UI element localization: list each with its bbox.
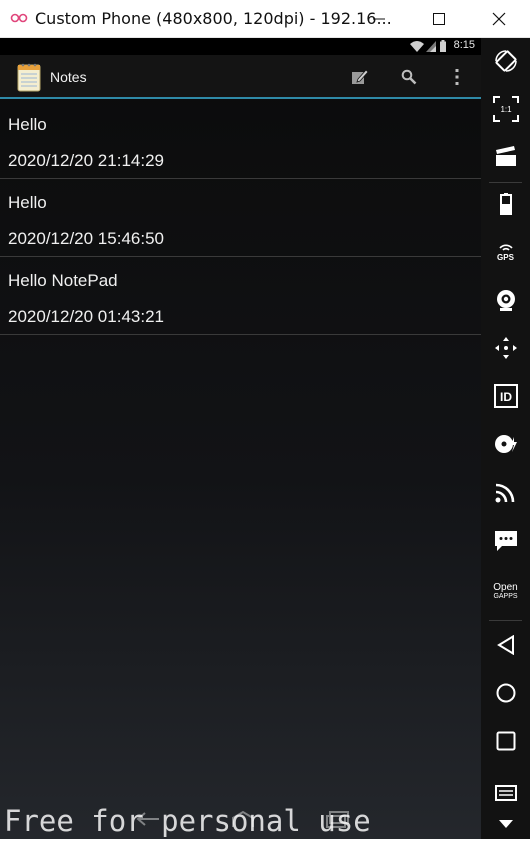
window-title: Custom Phone (480x800, 120dpi) - 192.16.… <box>35 9 392 28</box>
more-vert-icon <box>455 69 459 85</box>
network-icon <box>495 483 514 503</box>
toolbar-separator <box>489 182 522 183</box>
window-titlebar: Custom Phone (480x800, 120dpi) - 192.16.… <box>0 0 530 38</box>
sms-button[interactable] <box>481 521 530 561</box>
camera-button[interactable] <box>481 280 530 320</box>
genymotion-logo-icon <box>10 13 28 23</box>
rotate-button[interactable] <box>481 41 530 81</box>
recent-apps-icon <box>496 731 515 751</box>
pixel-perfect-icon: 1:1 <box>492 96 519 122</box>
note-title: Hello NotePad <box>8 271 118 290</box>
device-id-button[interactable]: ID <box>481 376 530 416</box>
new-note-button[interactable] <box>347 64 373 90</box>
camera-icon <box>496 290 515 311</box>
back-button[interactable] <box>481 625 530 665</box>
note-date: 2020/12/20 01:43:21 <box>8 307 164 326</box>
menu-icon <box>494 785 517 801</box>
sms-icon <box>494 531 517 551</box>
battery-button[interactable] <box>481 184 530 224</box>
recent-apps-button[interactable] <box>481 721 530 761</box>
list-item[interactable]: Hello 2020/12/20 21:14:29 <box>0 101 481 179</box>
search-icon <box>401 69 417 85</box>
note-title: Hello <box>8 115 47 134</box>
open-gapps-label-line2: GAPPS <box>493 593 518 600</box>
search-button[interactable] <box>396 64 422 90</box>
disk-io-icon <box>494 435 517 453</box>
battery-status-icon <box>440 40 446 52</box>
home-icon <box>496 683 515 703</box>
status-bar: 8:15 <box>0 38 481 55</box>
maximize-icon <box>433 13 445 25</box>
status-time: 8:15 <box>453 39 475 51</box>
overflow-menu-button[interactable] <box>444 64 470 90</box>
list-item[interactable]: Hello 2020/12/20 15:46:50 <box>0 179 481 257</box>
watermark-text: Free for personal use <box>4 804 371 838</box>
list-item[interactable]: Hello NotePad 2020/12/20 01:43:21 <box>0 257 481 335</box>
dpad-button[interactable] <box>481 328 530 368</box>
rotate-icon <box>494 50 517 72</box>
emulator-toolbar: 1:1 GPS ID Open GAPPS <box>481 38 530 839</box>
note-date: 2020/12/20 21:14:29 <box>8 151 164 170</box>
battery-icon <box>499 193 512 215</box>
open-gapps-button[interactable]: Open GAPPS <box>481 572 530 612</box>
device-id-label: ID <box>500 390 512 404</box>
close-button[interactable] <box>488 8 510 30</box>
minimize-icon <box>373 18 385 20</box>
action-bar: Notes <box>0 55 481 99</box>
app-title: Notes <box>50 69 87 85</box>
signal-icon <box>426 41 436 52</box>
toolbar-separator <box>489 620 522 621</box>
capture-icon <box>495 146 516 166</box>
gps-button[interactable]: GPS <box>481 232 530 272</box>
chevron-down-icon <box>498 820 513 828</box>
close-icon <box>492 12 506 26</box>
capture-button[interactable] <box>481 136 530 176</box>
gps-icon <box>498 243 513 251</box>
notepad-app-icon[interactable] <box>17 62 41 92</box>
device-id-icon: ID <box>493 384 518 408</box>
gps-label: GPS <box>497 252 514 262</box>
pixel-perfect-label: 1:1 <box>500 105 512 114</box>
notes-list: Hello 2020/12/20 21:14:29 Hello 2020/12/… <box>0 101 481 335</box>
toolbar-scroll-down[interactable] <box>481 806 530 842</box>
open-gapps-label-line1: Open <box>493 582 518 593</box>
note-title: Hello <box>8 193 47 212</box>
disk-io-button[interactable] <box>481 424 530 464</box>
home-button[interactable] <box>481 673 530 713</box>
note-date: 2020/12/20 15:46:50 <box>8 229 164 248</box>
phone-screen: 8:15 Notes Hello 2020/12/20 21:14:29 Hel… <box>0 38 481 839</box>
back-icon <box>496 635 514 655</box>
minimize-button[interactable] <box>368 8 390 30</box>
wifi-icon <box>410 41 424 52</box>
network-button[interactable] <box>481 472 530 512</box>
edit-note-icon <box>352 69 369 84</box>
dpad-icon <box>494 337 517 359</box>
pixel-perfect-button[interactable]: 1:1 <box>481 89 530 129</box>
maximize-button[interactable] <box>428 8 450 30</box>
